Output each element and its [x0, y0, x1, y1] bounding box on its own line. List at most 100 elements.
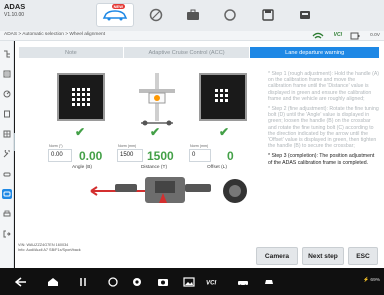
service-tab[interactable] [174, 3, 212, 27]
target-pattern-icon [72, 88, 90, 106]
toolbox-icon [187, 9, 199, 20]
circle-icon [224, 9, 236, 21]
angle-norm-label: Norm (°) [49, 144, 63, 148]
step-3-text: * Step 3 (completion): The position adju… [268, 153, 375, 166]
angle-ok-check-icon: ✔ [75, 125, 86, 139]
tab-note[interactable]: Note [19, 47, 123, 58]
recents-icon [80, 278, 86, 286]
image-icon [183, 277, 195, 287]
app-header: ADAS V1.10.00 NEW [0, 0, 384, 31]
sidebar-item-print[interactable] [2, 209, 12, 219]
distance-measured-value: 1500 [147, 149, 174, 163]
vehicle-info: VIN: WAUZZZ4G7EN 160034 Info: Audi/Audi … [18, 243, 81, 253]
document-icon [4, 110, 10, 118]
system-status: ⚡ 69% [363, 278, 380, 283]
tire-icon [149, 8, 163, 22]
vci-tab[interactable] [286, 3, 324, 27]
wifi-icon [312, 32, 324, 39]
system-nav-bar: VCI ⚡ 69% [0, 268, 384, 295]
vehicle-front-icon [265, 280, 273, 284]
vci-status: VCI [333, 32, 342, 38]
print-icon [3, 210, 11, 217]
next-step-button[interactable]: Next step [302, 247, 344, 265]
calibration-frame-icon [139, 73, 175, 126]
dashboard-icon [300, 11, 310, 19]
step-1-text: * Step 1 (rough adjustment): Hold the ha… [268, 71, 380, 102]
camera-button[interactable]: Camera [256, 247, 298, 265]
sidebar-item-exit[interactable] [2, 229, 12, 239]
home-nav[interactable] [46, 276, 60, 288]
vehicle-info-text: Info: Audi/Audi A7 SB/F1x/Sport/back [18, 248, 81, 252]
sidebar-item-grid[interactable] [2, 129, 12, 139]
sidebar-item-vehicle[interactable] [2, 169, 12, 179]
back-arrow-icon [15, 277, 26, 287]
vehicle-icon [3, 172, 11, 177]
step-2-text: * Step 2 (fine adjustment): Rotate the f… [268, 106, 379, 150]
browser-icon [133, 278, 141, 286]
tab-acc[interactable]: Adaptive Cruise Control (ACC) [123, 47, 250, 58]
main-panel: Note Adaptive Cruise Control (ACC) Lane … [15, 41, 384, 268]
app-title: ADAS [4, 2, 26, 11]
back-nav[interactable] [14, 276, 28, 288]
adas-icon [3, 191, 11, 197]
angle-caption: Angle (B) [72, 165, 92, 170]
gallery-nav[interactable] [182, 276, 196, 288]
distance-ok-check-icon: ✔ [150, 125, 161, 139]
diagnose-nav[interactable] [106, 276, 120, 288]
distance-norm-field: 1500 [117, 149, 143, 162]
breadcrumb: ADAS > Automatic selection > Wheel align… [4, 32, 106, 37]
settings-tab[interactable] [211, 3, 249, 27]
sidebar-item-tools[interactable] [2, 149, 12, 159]
recents-nav[interactable] [76, 276, 90, 288]
app-version: V1.10.00 [4, 12, 25, 18]
camera-icon [158, 279, 168, 286]
adjustment-mechanism-icon [90, 177, 247, 203]
tab-bar: Note Adaptive Cruise Control (ACC) Lane … [19, 47, 380, 58]
distance-norm-label: Norm (mm) [118, 144, 137, 148]
angle-measured-value: 0.00 [79, 149, 103, 163]
car-tools-icon [238, 281, 248, 287]
offset-norm-field: 0 [189, 149, 211, 162]
notes-icon [3, 70, 11, 78]
sidebar-item-gauge[interactable] [2, 89, 12, 99]
home-icon [48, 278, 58, 286]
sidebar-item-notes[interactable] [2, 69, 12, 79]
wrench-icon [3, 150, 10, 158]
camera-nav[interactable] [156, 276, 170, 288]
new-badge: NEW [111, 4, 125, 9]
tools-nav[interactable] [236, 276, 250, 288]
vci-link-icon [108, 277, 118, 287]
tpms-tab[interactable] [137, 3, 175, 27]
car-icon [102, 10, 128, 21]
distance-caption: Distance (T) [140, 165, 168, 170]
svg-text:VCI: VCI [206, 280, 216, 287]
sidebar-item-tree[interactable] [2, 49, 12, 59]
save-icon [262, 9, 274, 21]
vehicle-nav[interactable] [262, 276, 276, 288]
offset-target-screen [199, 73, 247, 121]
gauge-icon [3, 90, 11, 98]
calibration-figure: ✔ ✔ ✔ Norm (°) 0.00 0.00 Angle (B) Norm … [35, 67, 250, 245]
offset-ok-check-icon: ✔ [219, 125, 230, 139]
breadcrumb-bar: ADAS > Automatic selection > Wheel align… [0, 31, 384, 41]
sidebar [0, 41, 14, 268]
sidebar-item-adas[interactable] [2, 189, 12, 199]
battery-icon [350, 32, 360, 40]
grid-icon [3, 130, 11, 138]
angle-target-screen [57, 73, 105, 121]
instructions-panel: * Step 1 (rough adjustment): Hold the ha… [268, 71, 380, 170]
offset-measured-value: 0 [227, 149, 234, 163]
offset-caption: Offset (L) [207, 165, 227, 170]
vci-text-icon: VCI [206, 280, 216, 287]
tab-lane-departure[interactable]: Lane departure warning [250, 47, 379, 58]
exit-icon [3, 230, 11, 238]
sidebar-item-document[interactable] [2, 109, 12, 119]
angle-norm-field: 0.00 [48, 149, 72, 162]
report-tab[interactable] [249, 3, 287, 27]
vci-nav[interactable]: VCI [206, 276, 220, 288]
esc-button[interactable]: ESC [348, 247, 378, 265]
diagnosis-tab[interactable]: NEW [96, 3, 134, 27]
target-pattern-icon [215, 89, 228, 102]
voltage-readout: 0.0V [370, 32, 380, 38]
chrome-nav[interactable] [130, 276, 144, 288]
